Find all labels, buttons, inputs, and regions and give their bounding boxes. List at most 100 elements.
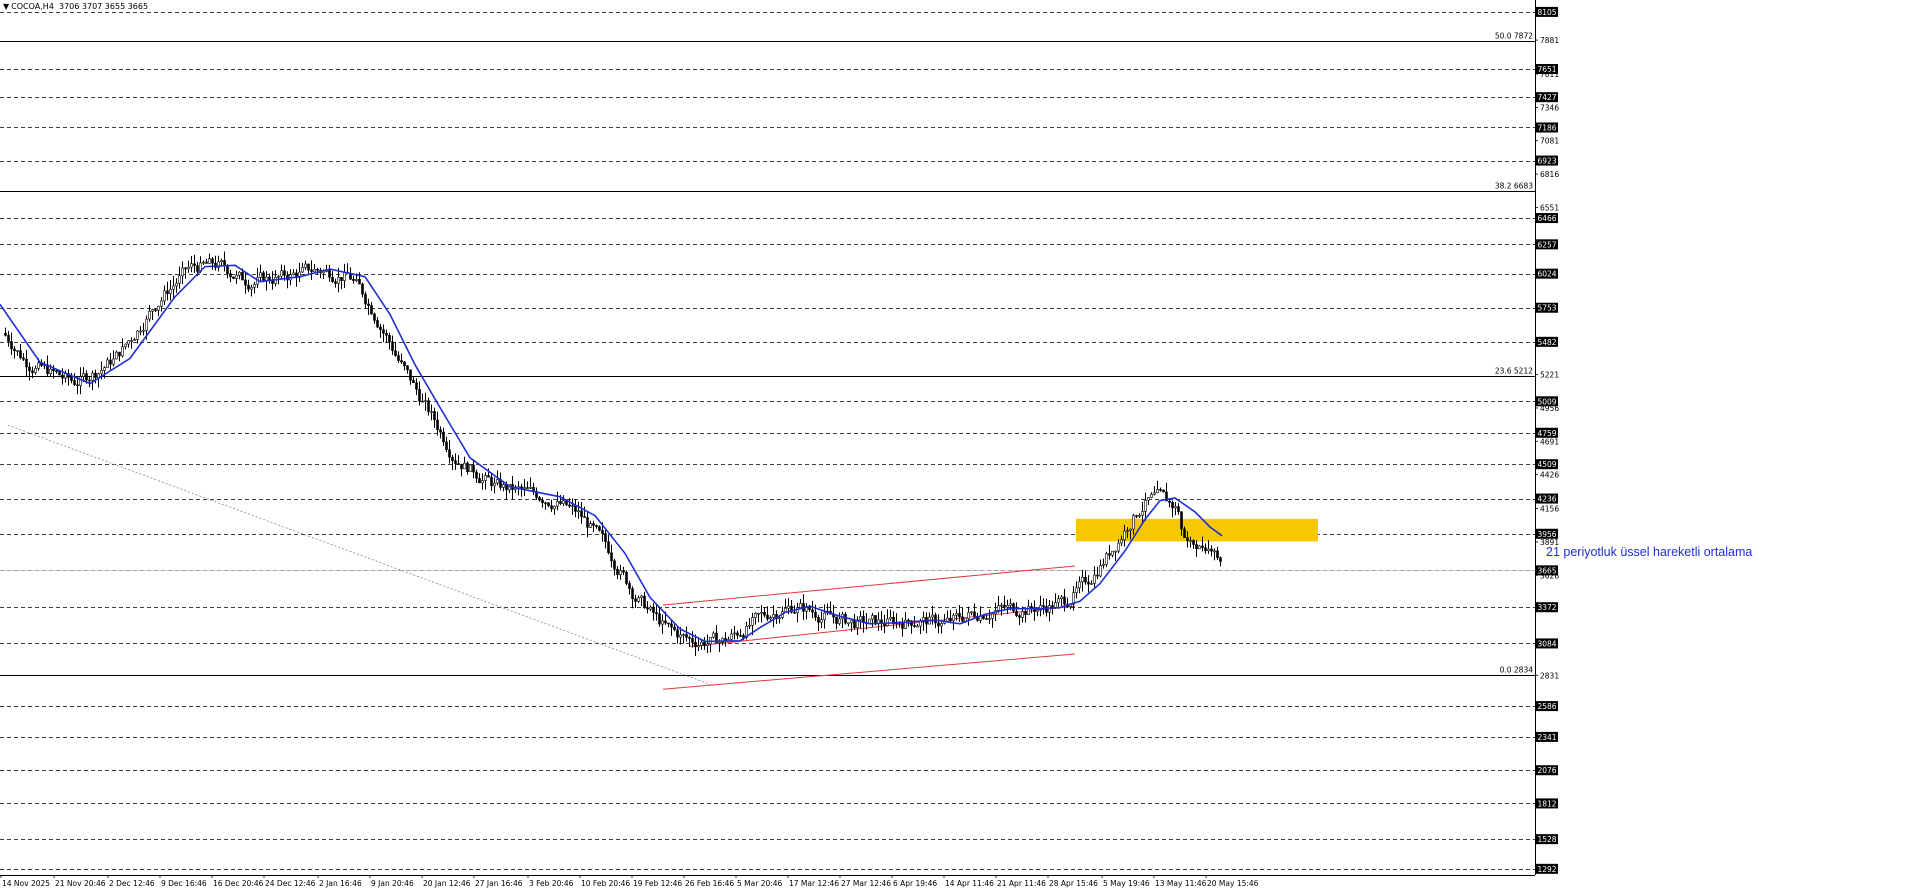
- x-tick-label: 13 May 11:46: [1155, 879, 1207, 888]
- candle-body: [22, 357, 25, 360]
- candle-body: [115, 351, 118, 360]
- candle-body: [301, 267, 304, 273]
- candle-body: [619, 570, 622, 576]
- candle-body: [1045, 606, 1048, 613]
- x-tick-label: 9 Dec 16:46: [161, 879, 207, 888]
- candle-body: [859, 616, 862, 621]
- candle-body: [352, 279, 355, 281]
- candle-body: [1114, 550, 1117, 553]
- candle-body: [178, 275, 181, 284]
- candle-body: [136, 330, 139, 340]
- candle-body: [172, 285, 175, 290]
- candle-body: [205, 261, 208, 264]
- candle-body: [778, 617, 781, 619]
- candle-body: [901, 623, 904, 629]
- candle-body: [91, 372, 94, 381]
- y-tick-label: 3626: [1540, 571, 1559, 580]
- candle-body: [484, 475, 487, 481]
- candle-body: [262, 272, 265, 282]
- candle-body: [1093, 574, 1096, 584]
- candle-body: [70, 377, 73, 381]
- candle-body: [496, 479, 499, 484]
- candle-body: [79, 376, 82, 386]
- candlestick-chart[interactable]: 50.0 7872 38.2 6683 23.6 5212 0.0 2834 8105 7…: [0, 0, 1916, 888]
- candle-body: [34, 368, 37, 374]
- candle-body: [1015, 610, 1018, 616]
- candle-body: [550, 505, 553, 510]
- candle-body: [226, 265, 229, 274]
- candle-body: [838, 618, 841, 624]
- candle-body: [424, 400, 427, 402]
- candle-body: [712, 632, 715, 638]
- candle-body: [586, 517, 589, 528]
- candle-body: [367, 303, 370, 306]
- candle-body: [682, 634, 685, 636]
- candle-body: [889, 616, 892, 620]
- candle-body: [853, 620, 856, 629]
- candle-body: [1096, 574, 1099, 577]
- candle-body: [478, 477, 481, 484]
- candle-body: [967, 612, 970, 619]
- candle-body: [1123, 530, 1126, 541]
- y-tick-label: 2831: [1540, 671, 1559, 680]
- candle-body: [1219, 557, 1222, 562]
- y-tick-label: 7881: [1540, 36, 1559, 45]
- x-tick-label: 6 Apr 19:46: [893, 879, 937, 888]
- candle-body: [640, 595, 643, 599]
- y-tick-label: 4236: [1537, 495, 1556, 504]
- candle-body: [31, 370, 34, 374]
- candle-body: [58, 371, 61, 376]
- candle-body: [106, 359, 109, 368]
- candle-body: [673, 626, 676, 631]
- candle-body: [109, 359, 112, 365]
- candle-body: [772, 614, 775, 618]
- candle-body: [253, 283, 256, 288]
- ema-annotation: 21 periyotluk üssel hareketli ortalama: [1546, 545, 1753, 559]
- candle-body: [292, 272, 295, 275]
- y-tick-label: 5753: [1537, 304, 1556, 313]
- candle-body: [652, 606, 655, 613]
- candle-body: [583, 516, 586, 518]
- candle-body: [385, 332, 388, 336]
- fib-label: 38.2 6683: [1495, 182, 1533, 191]
- candle-body: [157, 305, 160, 311]
- candle-body: [1081, 576, 1084, 583]
- candle-body: [370, 305, 373, 315]
- candle-body: [331, 277, 334, 283]
- x-tick-label: 19 Feb 12:46: [633, 879, 682, 888]
- candle-body: [1171, 502, 1174, 509]
- candle-body: [655, 612, 658, 615]
- candle-body: [697, 645, 700, 648]
- candle-body: [1201, 545, 1204, 548]
- candle-body: [1057, 598, 1060, 603]
- candle-body: [817, 617, 820, 623]
- candle-body: [661, 620, 664, 625]
- candle-body: [151, 309, 154, 312]
- candle-body: [1030, 606, 1033, 608]
- candle-body: [364, 293, 367, 305]
- candle-body: [628, 583, 631, 589]
- candle-body: [1132, 515, 1135, 530]
- candle-body: [475, 471, 478, 479]
- candle-body: [10, 341, 13, 350]
- candle-body: [937, 622, 940, 627]
- candle-body: [940, 623, 943, 627]
- x-tick-label: 2 Dec 12:46: [109, 879, 155, 888]
- candle-body: [748, 624, 751, 627]
- candle-body: [1117, 542, 1120, 552]
- x-tick-label: 16 Dec 20:46: [213, 879, 264, 888]
- candle-body: [1144, 499, 1147, 512]
- x-tick-label: 5 May 19:46: [1103, 879, 1150, 888]
- candle-body: [529, 486, 532, 489]
- candle-body: [334, 281, 337, 284]
- candle-body: [493, 482, 496, 487]
- candle-body: [667, 622, 670, 625]
- candle-body: [121, 346, 124, 357]
- candle-body: [874, 615, 877, 624]
- candle-body: [439, 429, 442, 433]
- candle-body: [1021, 611, 1024, 618]
- candle-body: [232, 276, 235, 279]
- candle-body: [919, 621, 922, 627]
- candle-body: [754, 613, 757, 618]
- channel-line-upper: [662, 565, 1076, 606]
